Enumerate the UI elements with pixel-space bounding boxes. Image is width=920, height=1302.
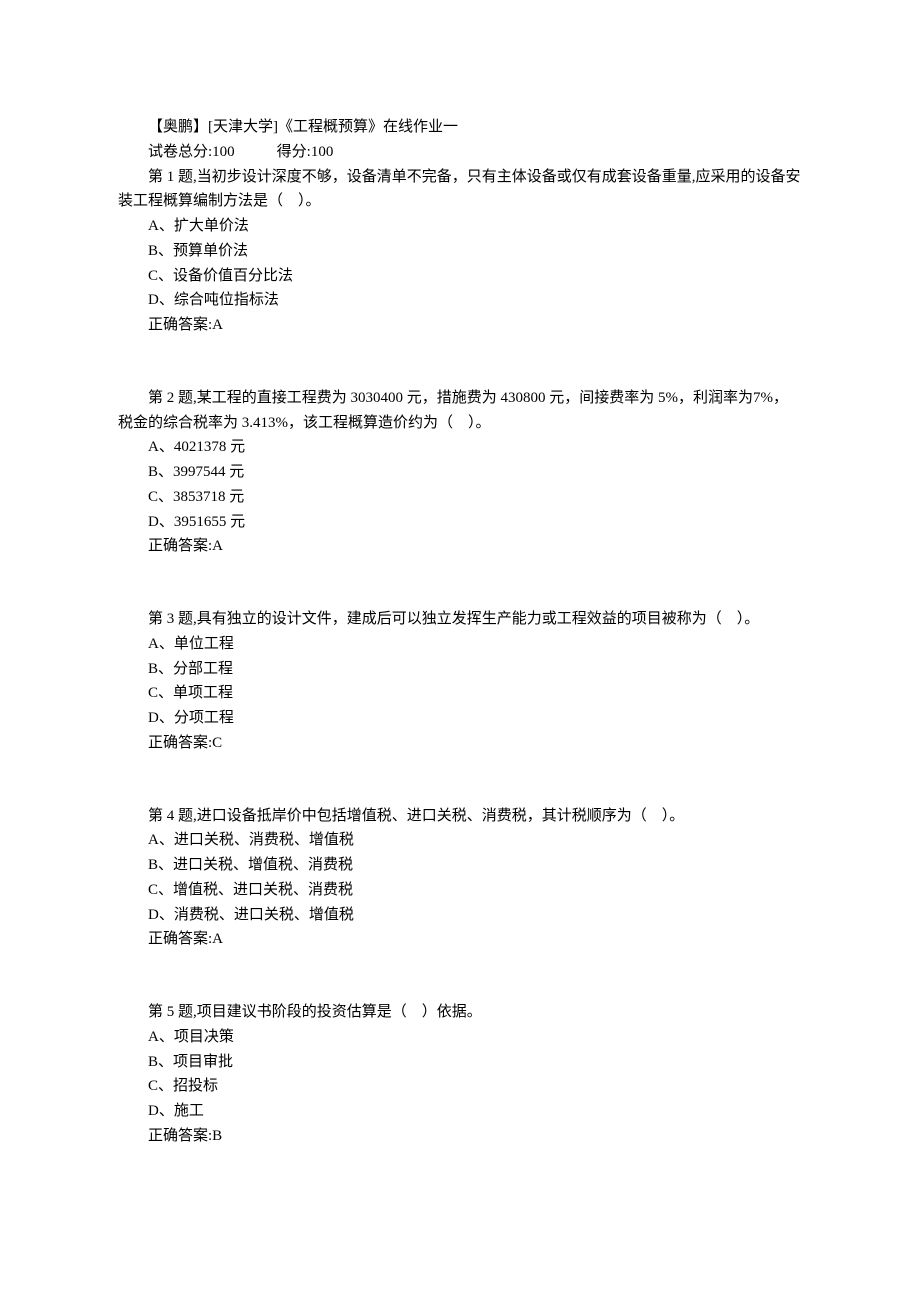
option-a: A、单位工程 (118, 632, 802, 657)
question-stem: 第 3 题,具有独立的设计文件，建成后可以独立发挥生产能力或工程效益的项目被称为… (118, 607, 802, 632)
option-b: B、预算单价法 (118, 239, 802, 264)
option-c: C、增值税、进口关税、消费税 (118, 878, 802, 903)
question-stem: 第 2 题,某工程的直接工程费为 3030400 元，措施费为 430800 元… (118, 386, 802, 436)
option-d: D、3951655 元 (118, 510, 802, 535)
question-2: 第 2 题,某工程的直接工程费为 3030400 元，措施费为 430800 元… (118, 386, 802, 559)
answer-line: 正确答案:C (118, 731, 802, 756)
question-stem: 第 5 题,项目建议书阶段的投资估算是（ ）依据。 (118, 1000, 802, 1025)
score-got: 得分:100 (277, 144, 334, 160)
question-3: 第 3 题,具有独立的设计文件，建成后可以独立发挥生产能力或工程效益的项目被称为… (118, 607, 802, 756)
answer-line: 正确答案:A (118, 313, 802, 338)
option-c: C、单项工程 (118, 681, 802, 706)
question-4: 第 4 题,进口设备抵岸价中包括增值税、进口关税、消费税，其计税顺序为（ ）。 … (118, 804, 802, 953)
option-c: C、3853718 元 (118, 485, 802, 510)
option-b: B、进口关税、增值税、消费税 (118, 853, 802, 878)
header-block: 【奥鹏】[天津大学]《工程概预算》在线作业一 试卷总分:100 得分:100 (118, 115, 802, 165)
option-b: B、分部工程 (118, 657, 802, 682)
option-d: D、综合吨位指标法 (118, 288, 802, 313)
score-line: 试卷总分:100 得分:100 (118, 140, 802, 165)
answer-line: 正确答案:A (118, 534, 802, 559)
question-stem: 第 4 题,进口设备抵岸价中包括增值税、进口关税、消费税，其计税顺序为（ ）。 (118, 804, 802, 829)
document-title: 【奥鹏】[天津大学]《工程概预算》在线作业一 (118, 115, 802, 140)
option-a: A、4021378 元 (118, 435, 802, 460)
option-d: D、施工 (118, 1099, 802, 1124)
answer-line: 正确答案:B (118, 1124, 802, 1149)
answer-line: 正确答案:A (118, 927, 802, 952)
option-c: C、设备价值百分比法 (118, 264, 802, 289)
option-d: D、分项工程 (118, 706, 802, 731)
option-c: C、招投标 (118, 1074, 802, 1099)
option-b: B、3997544 元 (118, 460, 802, 485)
score-total: 试卷总分:100 (148, 144, 235, 160)
option-a: A、进口关税、消费税、增值税 (118, 828, 802, 853)
option-b: B、项目审批 (118, 1050, 802, 1075)
option-d: D、消费税、进口关税、增值税 (118, 903, 802, 928)
question-1: 第 1 题,当初步设计深度不够，设备清单不完备，只有主体设备或仅有成套设备重量,… (118, 165, 802, 338)
question-stem: 第 1 题,当初步设计深度不够，设备清单不完备，只有主体设备或仅有成套设备重量,… (118, 165, 802, 215)
document-page: 【奥鹏】[天津大学]《工程概预算》在线作业一 试卷总分:100 得分:100 第 … (0, 0, 920, 1302)
question-5: 第 5 题,项目建议书阶段的投资估算是（ ）依据。 A、项目决策 B、项目审批 … (118, 1000, 802, 1149)
option-a: A、扩大单价法 (118, 214, 802, 239)
option-a: A、项目决策 (118, 1025, 802, 1050)
